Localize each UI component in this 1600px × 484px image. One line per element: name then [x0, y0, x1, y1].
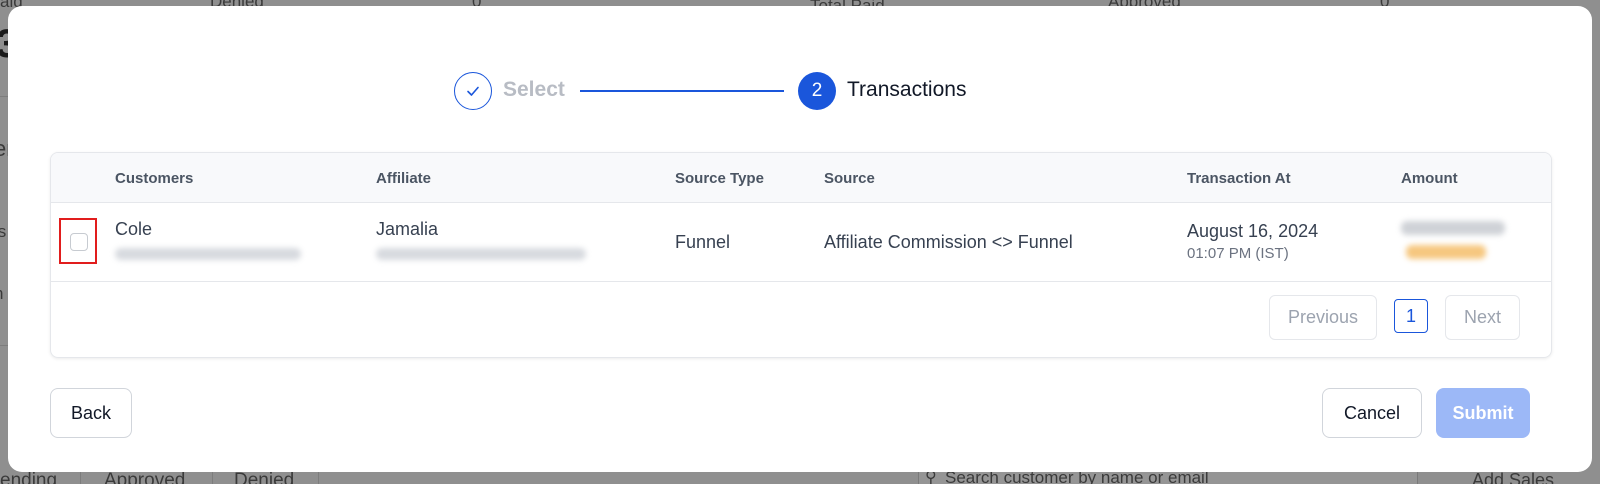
status-badge-redacted: [1406, 245, 1486, 259]
step-select-indicator: [454, 72, 492, 110]
bg-tab[interactable]: ending: [0, 470, 57, 484]
check-icon: [467, 86, 479, 96]
table-row[interactable]: Cole Jamalia Funnel Affiliate Commission…: [51, 203, 1551, 282]
table-header: Customers Affiliate Source Type Source T…: [51, 153, 1551, 203]
transaction-time: 01:07 PM (IST): [1187, 245, 1289, 262]
pagination-next-button[interactable]: Next: [1445, 295, 1520, 340]
row-select-highlight[interactable]: [59, 218, 97, 264]
column-header-source: Source: [824, 170, 875, 187]
transactions-table: Customers Affiliate Source Type Source T…: [50, 152, 1552, 358]
cancel-button[interactable]: Cancel: [1322, 388, 1422, 438]
affiliate-name: Jamalia: [376, 219, 439, 239]
column-header-customers: Customers: [115, 170, 194, 187]
affiliate-email-redacted: [376, 248, 586, 260]
bg-tab[interactable]: Approved: [104, 470, 185, 484]
step-connector: [580, 90, 784, 92]
source-type-value: Funnel: [675, 232, 731, 252]
back-button[interactable]: Back: [50, 388, 132, 438]
add-transactions-modal: Select 2 Transactions Customers Affiliat…: [8, 6, 1592, 472]
bg-label: ls: [0, 222, 7, 241]
submit-button[interactable]: Submit: [1436, 388, 1530, 438]
bg-label: n: [0, 284, 3, 304]
customer-email-redacted: [115, 248, 301, 260]
step-select-label: Select: [503, 78, 565, 101]
step-transactions-indicator: 2: [798, 72, 836, 110]
column-header-affiliate: Affiliate: [376, 170, 432, 187]
customer-name: Cole: [115, 219, 153, 239]
bg-divider: [0, 345, 8, 346]
column-header-amount: Amount: [1401, 170, 1458, 187]
row-select-checkbox[interactable]: [70, 233, 88, 251]
pagination-previous-button[interactable]: Previous: [1269, 295, 1377, 340]
column-header-transaction-at: Transaction At: [1187, 170, 1291, 187]
step-transactions-label: Transactions: [847, 78, 967, 101]
bg-add-sales-button[interactable]: Add Sales: [1472, 470, 1554, 484]
bg-divider: [0, 96, 8, 97]
transaction-date: August 16, 2024: [1187, 221, 1319, 241]
source-value: Affiliate Commission <> Funnel: [824, 232, 1073, 252]
amount-value-redacted: [1401, 221, 1505, 235]
pagination-page-1[interactable]: 1: [1394, 299, 1428, 333]
bg-tab[interactable]: Denied: [234, 470, 294, 484]
column-header-source-type: Source Type: [675, 170, 764, 187]
